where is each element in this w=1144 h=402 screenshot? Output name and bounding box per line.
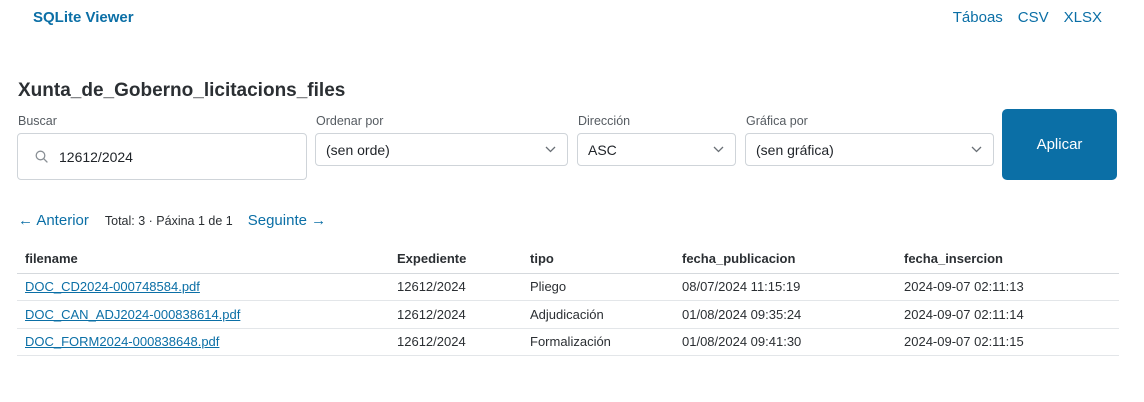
search-field[interactable] bbox=[17, 133, 307, 180]
column-header-fecha-publicacion[interactable]: fecha_publicacion bbox=[674, 245, 896, 274]
pagination: ← Anterior Total: 3 · Páxina 1 de 1 Segu… bbox=[18, 212, 326, 229]
table-header-row: filename Expediente tipo fecha_publicaci… bbox=[17, 245, 1119, 274]
column-header-tipo[interactable]: tipo bbox=[522, 245, 674, 274]
file-link[interactable]: DOC_CD2024-000748584.pdf bbox=[25, 279, 200, 294]
chevron-down-icon bbox=[545, 146, 557, 154]
cell-expediente: 12612/2024 bbox=[389, 328, 522, 356]
previous-page-link[interactable]: ← Anterior bbox=[18, 212, 89, 229]
cell-tipo: Adjudicación bbox=[522, 300, 674, 329]
next-page-link[interactable]: Seguinte → bbox=[248, 212, 326, 229]
cell-filename: DOC_FORM2024-000838648.pdf bbox=[17, 328, 389, 356]
cell-fecha-insercion: 2024-09-07 02:11:14 bbox=[896, 300, 1119, 329]
table-row: DOC_FORM2024-000838648.pdf 12612/2024 Fo… bbox=[17, 328, 1119, 356]
chart-select[interactable]: (sen gráfica) bbox=[745, 133, 994, 166]
cell-fecha-publicacion: 01/08/2024 09:41:30 bbox=[674, 328, 896, 356]
column-header-fecha-insercion[interactable]: fecha_insercion bbox=[896, 245, 1119, 274]
cell-expediente: 12612/2024 bbox=[389, 300, 522, 329]
direction-select[interactable]: ASC bbox=[577, 133, 736, 166]
cell-filename: DOC_CD2024-000748584.pdf bbox=[17, 273, 389, 301]
column-header-expediente[interactable]: Expediente bbox=[389, 245, 522, 274]
table-row: DOC_CAN_ADJ2024-000838614.pdf 12612/2024… bbox=[17, 300, 1119, 329]
nav-link-tables[interactable]: Táboas bbox=[953, 9, 1003, 26]
cell-fecha-insercion: 2024-09-07 02:11:13 bbox=[896, 273, 1119, 301]
cell-expediente: 12612/2024 bbox=[389, 273, 522, 301]
app-brand[interactable]: SQLite Viewer bbox=[33, 9, 134, 26]
chevron-down-icon bbox=[971, 146, 983, 154]
search-input[interactable] bbox=[59, 148, 289, 165]
direction-select-value: ASC bbox=[588, 141, 617, 158]
order-select-value: (sen orde) bbox=[326, 141, 390, 158]
nav-link-csv[interactable]: CSV bbox=[1018, 9, 1049, 26]
top-nav: Táboas CSV XLSX bbox=[953, 9, 1102, 26]
search-icon bbox=[34, 150, 48, 164]
chart-select-value: (sen gráfica) bbox=[756, 141, 834, 158]
cell-fecha-insercion: 2024-09-07 02:11:15 bbox=[896, 328, 1119, 356]
direction-label: Dirección bbox=[578, 114, 631, 128]
cell-tipo: Pliego bbox=[522, 273, 674, 301]
apply-button[interactable]: Aplicar bbox=[1002, 109, 1117, 180]
chevron-down-icon bbox=[713, 146, 725, 154]
file-link[interactable]: DOC_FORM2024-000838648.pdf bbox=[25, 334, 219, 349]
table-row: DOC_CD2024-000748584.pdf 12612/2024 Plie… bbox=[17, 273, 1119, 301]
cell-filename: DOC_CAN_ADJ2024-000838614.pdf bbox=[17, 300, 389, 329]
results-table: filename Expediente tipo fecha_publicaci… bbox=[17, 245, 1119, 356]
file-link[interactable]: DOC_CAN_ADJ2024-000838614.pdf bbox=[25, 307, 240, 322]
order-label: Ordenar por bbox=[316, 114, 384, 128]
nav-link-xlsx[interactable]: XLSX bbox=[1064, 9, 1102, 26]
pagination-status: Total: 3 · Páxina 1 de 1 bbox=[104, 214, 233, 228]
page-title: Xunta_de_Goberno_licitacions_files bbox=[18, 80, 346, 101]
cell-fecha-publicacion: 01/08/2024 09:35:24 bbox=[674, 300, 896, 329]
cell-tipo: Formalización bbox=[522, 328, 674, 356]
column-header-filename[interactable]: filename bbox=[17, 245, 389, 274]
order-select[interactable]: (sen orde) bbox=[315, 133, 568, 166]
search-label: Buscar bbox=[18, 114, 57, 128]
chart-label: Gráfica por bbox=[746, 114, 808, 128]
cell-fecha-publicacion: 08/07/2024 11:15:19 bbox=[674, 273, 896, 301]
